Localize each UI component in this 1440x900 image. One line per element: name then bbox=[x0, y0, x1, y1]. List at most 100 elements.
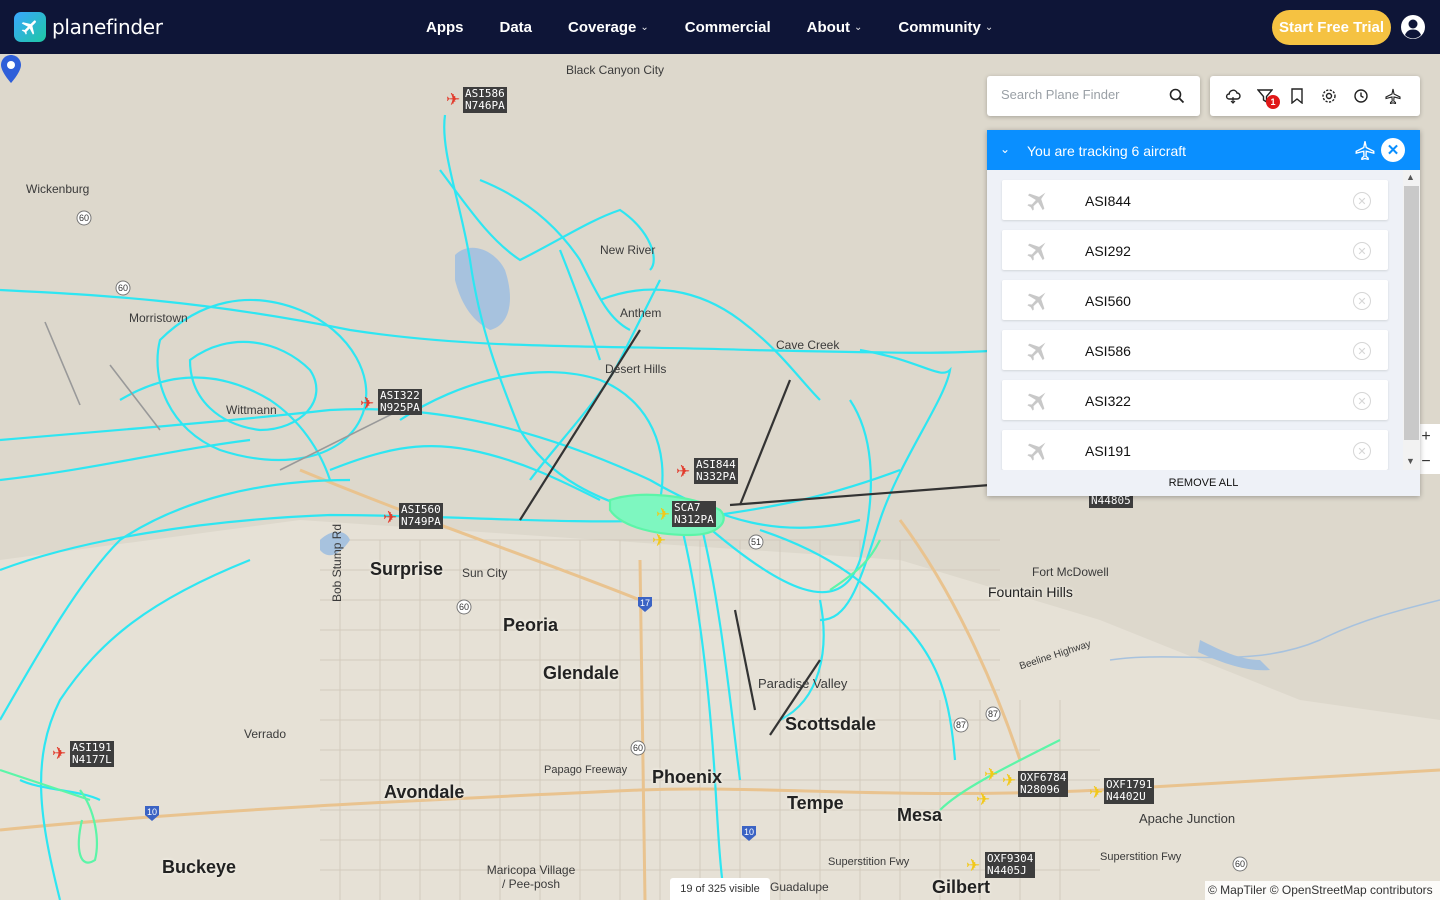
nav-commercial-label: Commercial bbox=[684, 18, 771, 36]
remove-aircraft-icon[interactable]: ✕ bbox=[1353, 292, 1371, 310]
aircraft-marker-icon[interactable]: ✈ bbox=[1089, 784, 1103, 801]
aircraft-tag[interactable]: ASI560 N749PA bbox=[399, 503, 443, 529]
aircraft-marker-icon[interactable]: ✈ bbox=[966, 857, 980, 874]
chevron-down-icon: ⌄ bbox=[984, 21, 994, 33]
aircraft-registration: N746PA bbox=[465, 99, 505, 112]
top-navigation-bar: planefinder Apps Data Coverage ⌄ Commerci… bbox=[0, 0, 1440, 54]
tracking-title: You are tracking 6 aircraft bbox=[1027, 143, 1187, 159]
aircraft-registration: N312PA bbox=[674, 513, 714, 526]
aircraft-icon bbox=[1026, 288, 1050, 317]
tracked-aircraft-row[interactable]: ASI292 ✕ bbox=[1002, 230, 1388, 270]
remove-aircraft-icon[interactable]: ✕ bbox=[1353, 192, 1371, 210]
tracking-scrollbar[interactable]: ▲ ▼ bbox=[1403, 170, 1420, 470]
aircraft-marker-icon[interactable]: ✈ bbox=[360, 395, 374, 412]
svg-text:51: 51 bbox=[751, 537, 761, 547]
aircraft-tag[interactable]: ASI844 N332PA bbox=[694, 458, 738, 484]
place-label: Paradise Valley bbox=[758, 676, 848, 691]
place-label: Bob Stump Rd bbox=[330, 523, 344, 602]
search-icon[interactable] bbox=[1169, 88, 1185, 109]
main-nav: Apps Data Coverage ⌄ Commercial About ⌄ Co… bbox=[426, 0, 1029, 54]
zoom-out-icon[interactable]: − bbox=[1421, 453, 1430, 471]
scroll-up-icon[interactable]: ▲ bbox=[1406, 172, 1415, 182]
remove-aircraft-icon[interactable]: ✕ bbox=[1353, 442, 1371, 460]
cloud-icon[interactable] bbox=[1224, 87, 1242, 105]
svg-text:10: 10 bbox=[744, 827, 754, 837]
start-free-trial-button[interactable]: Start Free Trial bbox=[1272, 10, 1391, 45]
aircraft-marker-icon[interactable]: ✈ bbox=[383, 509, 397, 526]
aircraft-tag[interactable]: ASI191 N4177L bbox=[70, 741, 114, 767]
place-label: Apache Junction bbox=[1139, 811, 1236, 826]
aircraft-tag[interactable]: OXF9304 N4405J bbox=[985, 852, 1036, 878]
city-label: Peoria bbox=[503, 615, 559, 635]
nav-community-label: Community bbox=[898, 18, 981, 36]
place-label: Wittmann bbox=[226, 403, 277, 417]
app: planefinder Apps Data Coverage ⌄ Commerci… bbox=[0, 0, 1440, 900]
bookmark-icon[interactable] bbox=[1288, 87, 1306, 105]
tracked-aircraft-row[interactable]: ASI191 ✕ bbox=[1002, 430, 1388, 470]
svg-text:60: 60 bbox=[79, 213, 89, 223]
tracked-aircraft-row[interactable]: ASI322 ✕ bbox=[1002, 380, 1388, 420]
collapse-chevron-icon[interactable]: ⌄ bbox=[1000, 142, 1010, 156]
place-label: Superstition Fwy bbox=[828, 856, 910, 868]
aircraft-marker-icon[interactable]: ✈ bbox=[656, 506, 670, 523]
scrollbar-thumb[interactable] bbox=[1404, 186, 1419, 440]
aircraft-tag[interactable]: N44805 bbox=[1089, 494, 1133, 508]
remove-aircraft-icon[interactable]: ✕ bbox=[1353, 242, 1371, 260]
zoom-in-icon[interactable]: + bbox=[1421, 428, 1430, 446]
location-pin-icon[interactable] bbox=[0, 54, 22, 84]
aircraft-marker-icon[interactable]: ✈ bbox=[446, 91, 460, 108]
map-toolbar: 1 bbox=[1210, 76, 1420, 116]
nav-commercial[interactable]: Commercial bbox=[685, 19, 771, 36]
nav-community[interactable]: Community ⌄ bbox=[898, 19, 993, 36]
tracked-aircraft-row[interactable]: ASI560 ✕ bbox=[1002, 280, 1388, 320]
scroll-down-icon[interactable]: ▼ bbox=[1406, 456, 1415, 466]
tracked-aircraft-row[interactable]: ASI844 ✕ bbox=[1002, 180, 1388, 220]
aircraft-marker-icon[interactable]: ✈ bbox=[984, 766, 998, 783]
aircraft-tag[interactable]: SCA7 N312PA bbox=[672, 501, 716, 527]
tracked-aircraft-callsign: ASI191 bbox=[1085, 443, 1131, 459]
svg-text:87: 87 bbox=[988, 709, 998, 719]
place-label: Fort McDowell bbox=[1032, 565, 1109, 579]
aircraft-marker-icon[interactable]: ✈ bbox=[652, 532, 666, 549]
remove-all-button[interactable]: REMOVE ALL bbox=[987, 470, 1420, 496]
place-label: Wickenburg bbox=[26, 182, 90, 196]
map-attribution[interactable]: © MapTiler © OpenStreetMap contributors bbox=[1205, 881, 1440, 900]
aircraft-settings-icon[interactable] bbox=[1384, 87, 1402, 105]
history-icon[interactable] bbox=[1352, 87, 1370, 105]
aircraft-tag[interactable]: OXF6784 N28096 bbox=[1018, 771, 1069, 797]
city-label: Glendale bbox=[543, 663, 620, 683]
tracked-aircraft-list[interactable]: ASI844 ✕ ASI292 ✕ ASI560 ✕ ASI586 ✕ ASI3… bbox=[987, 170, 1403, 470]
close-tracking-button[interactable]: ✕ bbox=[1381, 138, 1405, 162]
filter-icon[interactable]: 1 bbox=[1256, 87, 1280, 109]
svg-text:60: 60 bbox=[459, 602, 469, 612]
tracked-aircraft-callsign: ASI560 bbox=[1085, 293, 1131, 309]
aircraft-marker-icon[interactable]: ✈ bbox=[52, 745, 66, 762]
aircraft-tag[interactable]: ASI322 N925PA bbox=[378, 389, 422, 415]
nav-data-label: Data bbox=[499, 18, 533, 36]
nav-data[interactable]: Data bbox=[500, 19, 533, 36]
search-input[interactable] bbox=[1001, 87, 1161, 102]
nav-apps-label: Apps bbox=[426, 18, 464, 36]
aircraft-registration: N28096 bbox=[1020, 783, 1060, 796]
aircraft-tag[interactable]: ASI586 N746PA bbox=[463, 87, 507, 113]
aircraft-marker-icon[interactable]: ✈ bbox=[976, 791, 990, 808]
remove-aircraft-icon[interactable]: ✕ bbox=[1353, 392, 1371, 410]
aircraft-tag[interactable]: OXF1791 N4402U bbox=[1104, 778, 1155, 804]
svg-text:60: 60 bbox=[118, 283, 128, 293]
planefinder-logo[interactable]: planefinder bbox=[14, 12, 163, 42]
nav-about-label: About bbox=[806, 18, 850, 36]
nav-apps[interactable]: Apps bbox=[426, 19, 464, 36]
place-label: Guadalupe bbox=[770, 880, 829, 894]
nav-about[interactable]: About ⌄ bbox=[807, 19, 863, 36]
city-label: Mesa bbox=[897, 805, 943, 825]
aircraft-marker-icon[interactable]: ✈ bbox=[1002, 772, 1016, 789]
settings-icon[interactable] bbox=[1320, 87, 1338, 105]
city-label: Gilbert bbox=[932, 877, 991, 897]
tracked-aircraft-row[interactable]: ASI586 ✕ bbox=[1002, 330, 1388, 370]
aircraft-icon bbox=[1026, 438, 1050, 467]
place-label: Black Canyon City bbox=[566, 63, 665, 77]
user-account-icon[interactable] bbox=[1400, 14, 1426, 40]
aircraft-marker-icon[interactable]: ✈ bbox=[676, 463, 690, 480]
remove-aircraft-icon[interactable]: ✕ bbox=[1353, 342, 1371, 360]
nav-coverage[interactable]: Coverage ⌄ bbox=[568, 19, 649, 36]
